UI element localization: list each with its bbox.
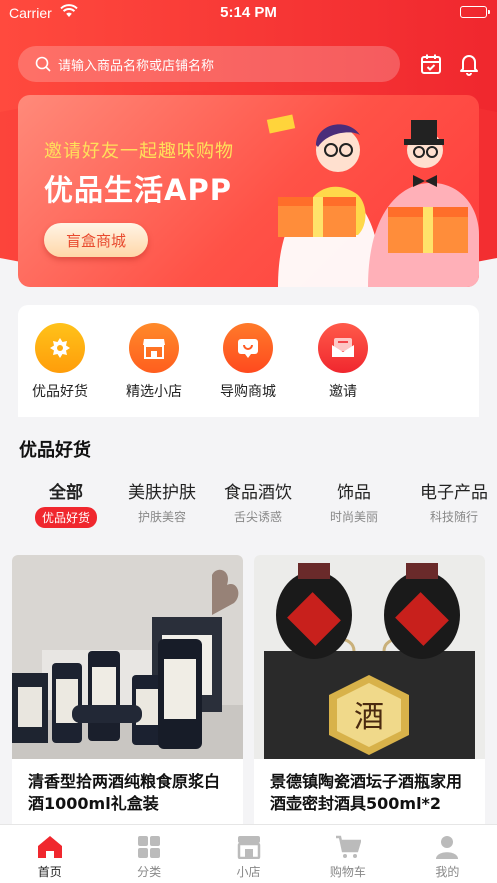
user-icon [398,833,497,861]
tab-food-drinks[interactable]: 食品酒饮 舌尖诱惑 [218,478,298,525]
bell-icon[interactable] [456,51,482,77]
category-shortcuts: 优品好货 精选小店 导购商城 邀请 [18,305,479,417]
banner-illustration [266,114,479,287]
tab-label: 全部 [49,483,83,503]
category-selected-shops[interactable]: 精选小店 [109,323,199,401]
product-image: 酒 [254,555,485,759]
grid-icon [99,833,198,861]
tabbar-home[interactable]: 首页 [0,825,99,883]
store-icon [129,323,179,373]
tab-label: 美肤护肤 [128,483,196,503]
home-icon [0,833,99,861]
product-title: 景德镇陶瓷酒坛子酒瓶家用酒壶密封酒具500ml*2 [270,772,463,813]
tabbar-label: 购物车 [329,865,366,879]
search-icon [34,55,52,73]
category-label: 精选小店 [126,384,182,400]
tab-electronics[interactable]: 电子产品 科技随行 [414,478,494,525]
bottom-tab-bar: 首页 分类 小店 购物车 我的 [0,824,497,883]
product-card[interactable]: 清香型拾两酒纯粮食原浆白酒1000ml礼盒装 [12,555,243,835]
tabbar-category[interactable]: 分类 [99,825,198,883]
tab-accessories[interactable]: 饰品 时尚美丽 [318,478,390,525]
product-title: 清香型拾两酒纯粮食原浆白酒1000ml礼盒装 [28,772,221,813]
product-category-tabs: 全部 优品好货 美肤护肤 护肤美容 食品酒饮 舌尖诱惑 饰品 时尚美丽 电子产品… [0,478,497,538]
category-quality-goods[interactable]: 优品好货 [15,323,105,401]
tab-sublabel: 护肤美容 [137,510,186,524]
product-image [12,555,243,759]
clock: 5:14 PM [220,4,277,21]
status-bar: Carrier 5:14 PM [0,0,497,26]
shop-icon [199,833,298,861]
banner-title: 优品生活APP [44,173,232,207]
category-shopping-guide[interactable]: 导购商城 [203,323,293,401]
section-title: 优品好货 [19,440,91,461]
search-placeholder: 请输入商品名称或店铺名称 [58,58,215,74]
tabbar-cart[interactable]: 购物车 [298,825,397,883]
tab-sublabel: 时尚美丽 [329,510,378,524]
category-label: 优品好货 [32,384,88,400]
tab-sublabel: 舌尖诱惑 [233,510,282,524]
tab-label: 电子产品 [420,483,488,503]
tabbar-label: 首页 [37,865,62,879]
banner-subtitle: 邀请好友一起趣味购物 [44,141,234,162]
promo-banner[interactable]: 邀请好友一起趣味购物 优品生活APP 盲盒商城 [18,95,479,287]
product-card[interactable]: 酒 景德镇陶瓷酒坛子酒瓶家用酒壶密封酒具500ml*2 [254,555,485,835]
tabbar-mine[interactable]: 我的 [398,825,497,883]
category-label: 邀请 [329,384,357,400]
tabbar-label: 分类 [137,865,162,879]
star-badge-icon [35,323,85,373]
category-invite[interactable]: 邀请 [298,323,388,401]
tab-label: 食品酒饮 [224,483,292,503]
category-label: 导购商城 [220,384,276,400]
cart-icon [298,833,397,861]
tab-label: 饰品 [337,483,371,503]
tab-skincare[interactable]: 美肤护肤 护肤美容 [122,478,202,525]
calendar-checkin-icon[interactable] [418,51,444,77]
tab-all[interactable]: 全部 优品好货 [32,478,100,528]
blind-box-mall-button[interactable]: 盲盒商城 [44,223,148,257]
battery-icon [460,6,490,18]
tab-sublabel: 科技随行 [429,510,478,524]
tabbar-shop[interactable]: 小店 [199,825,298,883]
mail-icon [318,323,368,373]
tabbar-label: 我的 [435,865,460,879]
search-bar[interactable]: 请输入商品名称或店铺名称 [18,46,400,82]
smile-bag-icon [223,323,273,373]
jar-label-char: 酒 [354,700,384,735]
tabbar-label: 小店 [236,865,261,879]
tab-sublabel: 优品好货 [34,507,97,528]
